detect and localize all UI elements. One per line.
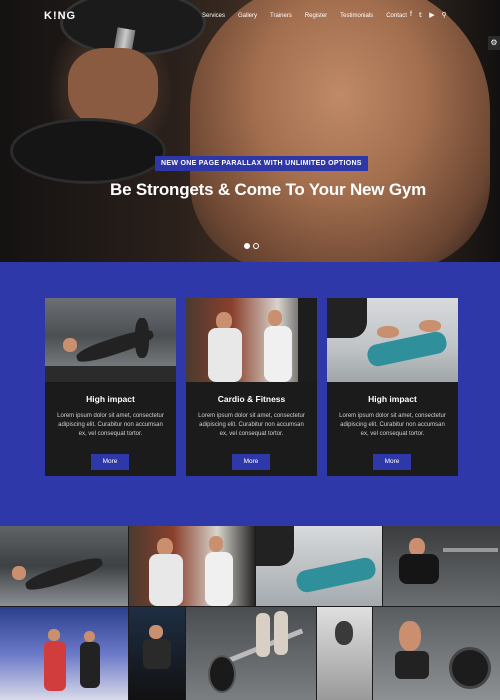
gallery-image-8[interactable] [317,607,372,700]
feature-card-title: High impact [368,394,417,404]
gallery-image-7[interactable] [186,607,316,700]
hero-image-dumbbell-plate [10,118,166,184]
hero-image-fist [68,48,158,128]
gallery-image-6[interactable] [129,607,185,700]
youtube-icon[interactable]: ▶ [429,11,434,19]
feature-card-description: Lorem ipsum dolor sit amet, consectetur … [339,413,446,437]
feature-card-description: Lorem ipsum dolor sit amet, consectetur … [198,413,305,437]
social-links: f 𝕥 ▶ ⚲ [410,11,447,19]
feature-card-description: Lorem ipsum dolor sit amet, consectetur … [57,413,164,437]
site-logo[interactable]: K!NG [44,10,76,22]
gallery-image-5[interactable] [0,607,128,700]
menu-item-trainers[interactable]: Trainers [270,13,292,19]
gallery-image-4[interactable] [383,526,500,606]
gallery-image-1[interactable] [0,526,128,606]
menu-item-testimonials[interactable]: Testimonials [340,13,373,19]
feature-card-title: High impact [86,394,135,404]
gallery-image-9[interactable] [373,607,500,700]
menu-item-register[interactable]: Register [305,13,327,19]
menu-item-gallery[interactable]: Gallery [238,13,257,19]
feature-card-3: High impact Lorem ipsum dolor sit amet, … [327,298,458,476]
more-button[interactable]: More [232,454,270,470]
feature-card-image [45,298,176,382]
menu-item-contact[interactable]: Contact [386,13,407,19]
feature-card-image [186,298,317,382]
more-button[interactable]: More [91,454,129,470]
gallery-image-2[interactable] [129,526,255,606]
twitter-icon[interactable]: 𝕥 [419,11,422,19]
gallery-image-3[interactable] [256,526,382,606]
feature-card-title: Cardio & Fitness [217,394,286,404]
hero-image-torso [190,0,490,262]
slider-dot-2[interactable] [253,243,259,249]
more-button[interactable]: More [373,454,411,470]
feature-card-2: Cardio & Fitness Lorem ipsum dolor sit a… [186,298,317,476]
search-icon[interactable]: ⚲ [442,11,447,19]
feature-card-1: High impact Lorem ipsum dolor sit amet, … [45,298,176,476]
top-navigation: K!NG Services Gallery Trainers Register … [0,0,500,32]
facebook-icon[interactable]: f [410,11,412,19]
features-section: High impact Lorem ipsum dolor sit amet, … [0,262,500,526]
slider-dot-1[interactable] [244,243,250,249]
hero-headline: Be Strongets & Come To Your New Gym [110,180,427,199]
main-menu: Services Gallery Trainers Register Testi… [202,13,420,19]
hero-tagline: NEW ONE PAGE PARALLAX WITH UNLIMITED OPT… [155,156,368,171]
feature-card-image [327,298,458,382]
menu-item-services[interactable]: Services [202,13,225,19]
photo-gallery [0,526,500,700]
hero-section: K!NG Services Gallery Trainers Register … [0,0,500,262]
gear-icon[interactable]: ⚙ [488,36,500,50]
slider-dots [244,243,259,249]
